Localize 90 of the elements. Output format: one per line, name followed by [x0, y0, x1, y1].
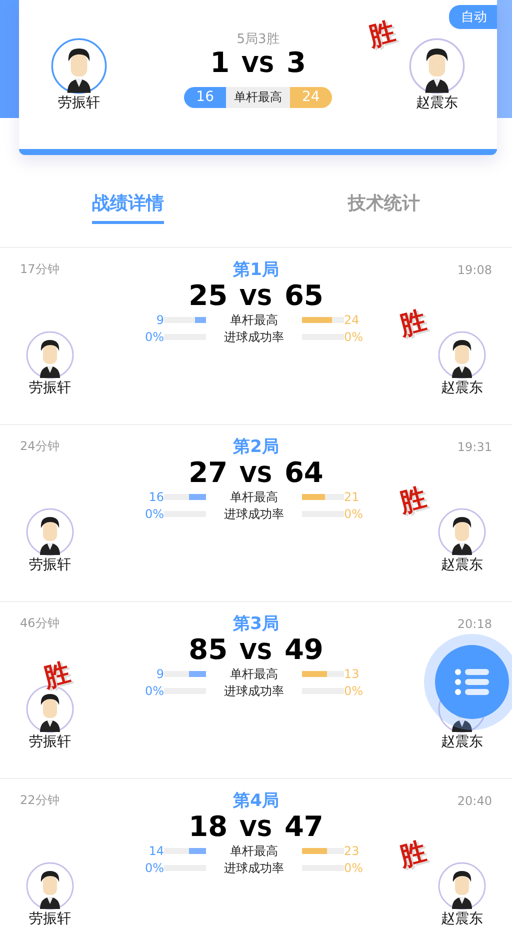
score: 1: [210, 48, 230, 79]
stat-bar: [302, 671, 344, 678]
stat-value: 9: [155, 313, 164, 328]
duration: 46分钟: [20, 615, 60, 632]
stat-bar: [302, 494, 344, 500]
stat-value: 9: [155, 667, 164, 682]
stat-value: 16: [148, 490, 164, 504]
vs-label: VS: [240, 641, 272, 666]
stat-label: 进球成功率: [223, 682, 285, 700]
break-value: 16: [184, 86, 226, 108]
stat-bar: [164, 317, 206, 324]
duration: 22分钟: [20, 792, 60, 809]
stat-label: 单杆最高: [229, 842, 279, 860]
stat-bar: [164, 848, 206, 854]
game-title: 第3局: [233, 613, 279, 635]
player-name: 赵震东: [441, 556, 483, 574]
avatar-icon: [438, 508, 486, 556]
score: 64: [284, 458, 324, 489]
avatar-icon: [438, 331, 486, 379]
game-title: 第4局: [233, 790, 279, 812]
stat-bar: [302, 848, 344, 854]
vs-label: VS: [240, 818, 272, 842]
stat-value: 0%: [344, 507, 364, 522]
break-label: 单杆最高: [226, 86, 290, 108]
winner-mark: 胜: [397, 839, 429, 871]
stat-label: 进球成功率: [223, 328, 285, 346]
score: 47: [284, 812, 324, 843]
game-title: 第1局: [233, 259, 279, 281]
score: 65: [284, 281, 324, 312]
avatar-icon: [26, 331, 74, 379]
winner-mark: 胜: [41, 660, 73, 692]
stat-value: 0%: [344, 330, 364, 344]
score: 27: [188, 458, 228, 489]
player-name: 赵震东: [441, 379, 483, 397]
stat-value: 0%: [144, 330, 164, 344]
score: 18: [188, 812, 228, 843]
player-name: 劳振轩: [29, 733, 71, 751]
avatar-icon: [438, 862, 486, 910]
player-name: 劳振轩: [29, 556, 71, 574]
tab[interactable]: 战绩详情: [92, 191, 164, 224]
match-format: 5局3胜: [236, 31, 280, 48]
player-name: 赵震东: [441, 733, 483, 751]
duration: 17分钟: [20, 261, 60, 278]
time: 20:18: [456, 616, 492, 630]
stat-label: 进球成功率: [223, 860, 285, 877]
score: 85: [188, 635, 228, 666]
winner-mark: 胜: [366, 19, 398, 51]
player-name: 劳振轩: [58, 94, 100, 112]
stat-value: 0%: [144, 861, 164, 876]
stat-value: 24: [344, 313, 360, 328]
stat-value: 0%: [344, 861, 364, 876]
stat-value: 0%: [144, 684, 164, 698]
score: 3: [286, 48, 306, 79]
duration: 24分钟: [20, 438, 60, 455]
vs-label: VS: [240, 287, 272, 312]
stat-bar: [302, 317, 344, 324]
stat-value: 14: [148, 844, 164, 858]
avatar-icon: [26, 862, 74, 910]
stat-label: 进球成功率: [223, 506, 285, 523]
stat-bar: [164, 494, 206, 500]
stat-value: 0%: [344, 684, 364, 698]
tab[interactable]: 技术统计: [348, 191, 420, 224]
avatar-icon: [26, 508, 74, 556]
time: 20:40: [456, 794, 492, 808]
score: 49: [284, 635, 324, 666]
avatar-icon: [51, 38, 107, 94]
stat-bar: [164, 671, 206, 678]
winner-mark: 胜: [397, 485, 429, 517]
player-name: 赵震东: [441, 910, 483, 928]
vs-label: VS: [240, 464, 272, 488]
player-name: 劳振轩: [29, 910, 71, 928]
stat-value: 13: [344, 667, 360, 682]
stat-label: 单杆最高: [229, 488, 279, 506]
vs-label: VS: [242, 54, 274, 78]
score: 25: [188, 281, 228, 312]
time: 19:08: [456, 262, 492, 276]
break-value: 24: [290, 86, 332, 108]
list-icon: [454, 668, 490, 696]
player-name: 赵震东: [416, 94, 458, 112]
time: 19:31: [456, 440, 492, 454]
stat-value: 0%: [144, 507, 164, 522]
player-name: 劳振轩: [29, 379, 71, 397]
avatar-icon: [409, 38, 465, 94]
stat-label: 单杆最高: [229, 312, 279, 329]
auto-badge: 自动: [449, 5, 497, 29]
stat-value: 21: [344, 490, 360, 504]
game-title: 第2局: [233, 436, 279, 458]
stat-label: 单杆最高: [229, 666, 279, 683]
stat-value: 23: [344, 844, 360, 858]
winner-mark: 胜: [397, 308, 429, 340]
